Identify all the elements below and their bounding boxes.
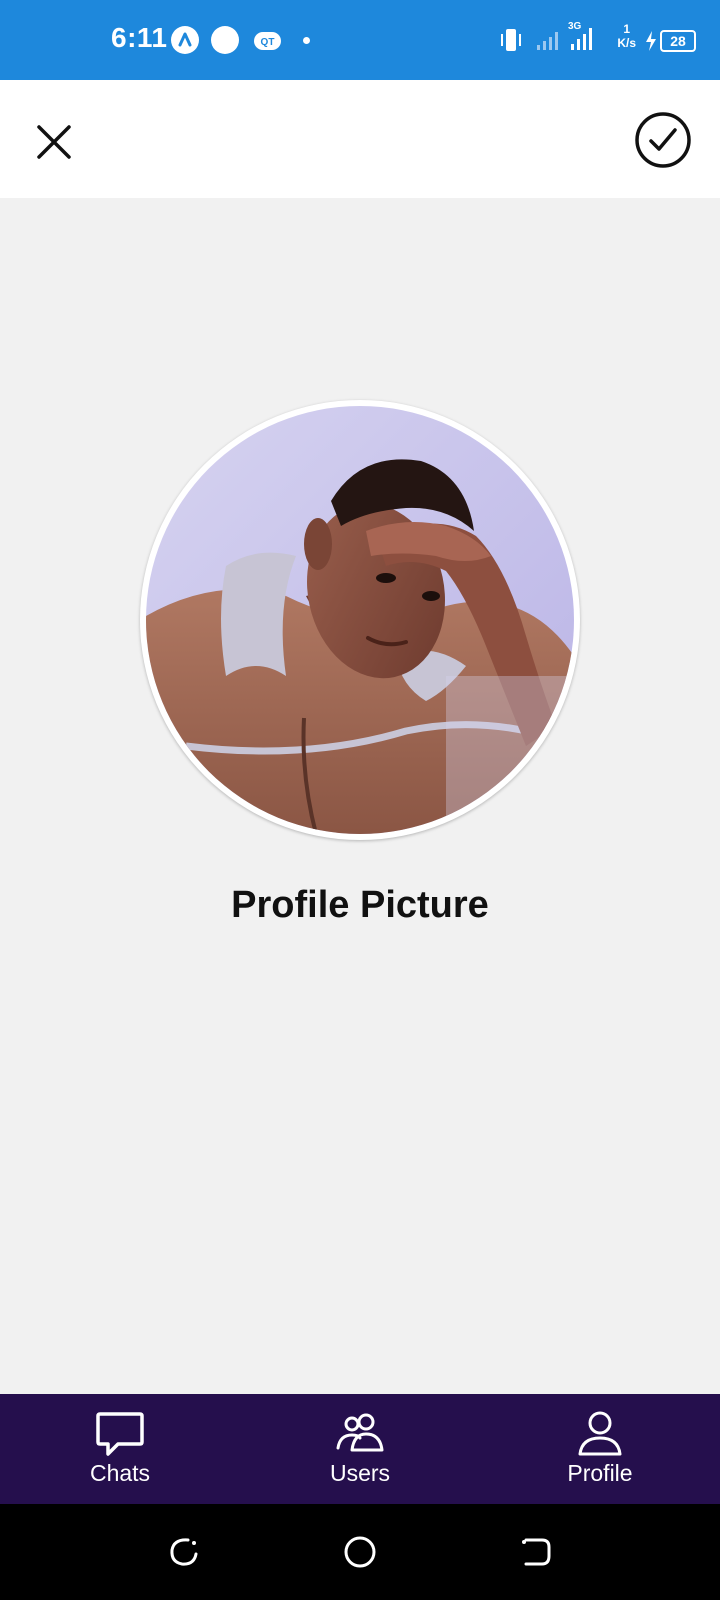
status-bar: 6:11 QT 3G 1 K/s 28 [0, 0, 720, 80]
back-icon [522, 1538, 551, 1566]
app-notification-icon-2 [211, 26, 239, 54]
nav-chats[interactable]: Chats [0, 1394, 240, 1504]
bottom-navigation: Chats Users Profile [0, 1394, 720, 1504]
more-notifications-dot [303, 37, 310, 44]
users-icon [336, 1413, 384, 1452]
page-title: Profile Picture [231, 884, 489, 926]
svg-text:QT: QT [261, 37, 275, 48]
signal-weak-icon [536, 28, 562, 57]
home-button[interactable] [342, 1534, 378, 1570]
back-button[interactable] [518, 1534, 554, 1570]
nav-users[interactable]: Users [240, 1394, 480, 1504]
recents-icon [170, 1538, 198, 1566]
confirm-button[interactable] [633, 110, 693, 170]
check-circle-icon [635, 112, 691, 168]
app-notification-icon-3: QT [253, 29, 283, 58]
app-notification-icon [171, 26, 199, 54]
profile-picture-frame[interactable] [140, 400, 580, 840]
close-icon [37, 125, 71, 159]
nav-label-users: Users [329, 1460, 391, 1486]
charging-icon [644, 30, 658, 57]
recents-button[interactable] [166, 1534, 202, 1570]
profile-picture[interactable] [146, 406, 574, 834]
nav-label-chats: Chats [89, 1460, 151, 1486]
nav-profile[interactable]: Profile [480, 1394, 720, 1504]
top-app-bar [0, 80, 720, 198]
battery-icon: 28 [660, 30, 696, 52]
status-time: 6:11 [111, 22, 168, 53]
chat-bubble-icon [96, 1412, 144, 1456]
nav-label-profile: Profile [567, 1460, 633, 1486]
person-icon [578, 1411, 622, 1456]
system-status-icons: 3G 1 K/s 28 [498, 21, 698, 57]
network-speed: 1 K/s [617, 22, 636, 50]
close-button[interactable] [30, 118, 78, 166]
vibrate-icon [498, 28, 524, 57]
home-icon [344, 1536, 376, 1568]
system-navigation-bar [0, 1504, 720, 1600]
